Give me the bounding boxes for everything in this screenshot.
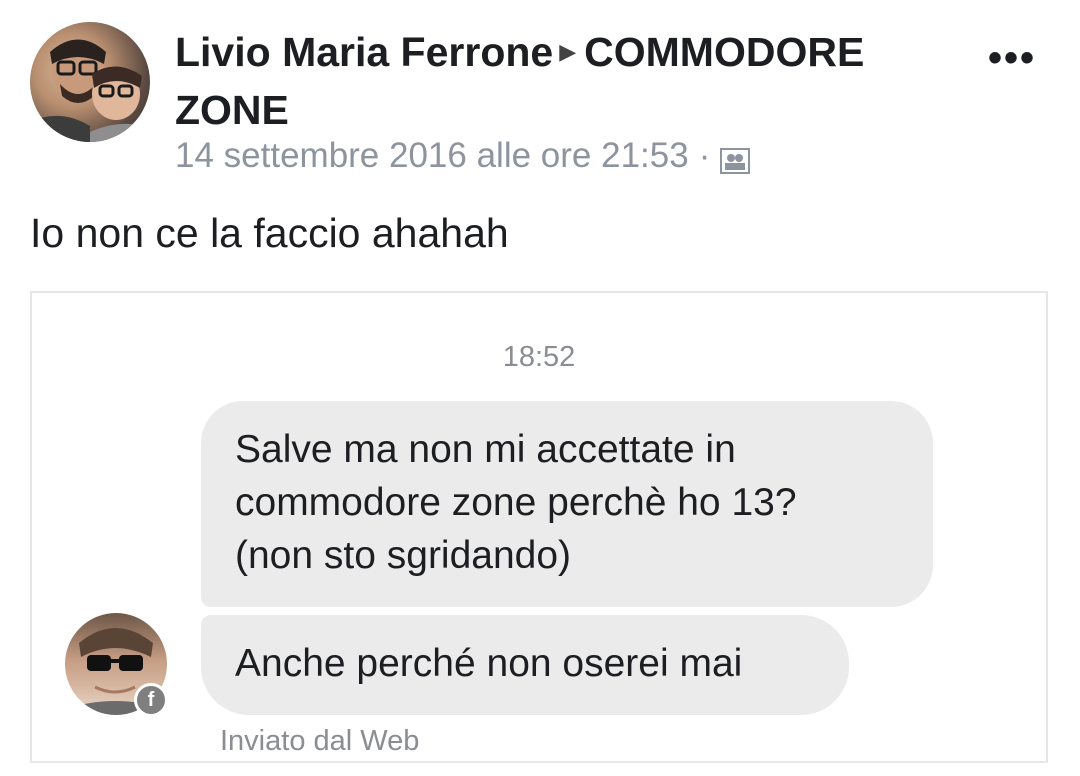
author-avatar[interactable] bbox=[30, 22, 150, 142]
sent-via-label: Inviato dal Web bbox=[220, 725, 420, 757]
post-text: Io non ce la faccio ahahah bbox=[30, 210, 509, 256]
triangle-right-icon: ▶ bbox=[559, 39, 577, 65]
group-audience-icon[interactable] bbox=[720, 143, 751, 174]
message-line: Salve ma non mi accettate in bbox=[235, 428, 736, 471]
post-meta: 14 settembre 2016 alle ore 21:53 · bbox=[175, 136, 751, 176]
more-options-icon[interactable]: ••• bbox=[988, 36, 1036, 81]
author-name[interactable]: Livio Maria Ferrone bbox=[175, 29, 553, 75]
facebook-icon: f bbox=[134, 683, 168, 717]
meta-separator: · bbox=[698, 136, 711, 175]
message-time: 18:52 bbox=[502, 341, 576, 373]
message-line: commodore zone perchè ho 13? bbox=[235, 481, 797, 524]
message-bubble: Salve ma non mi accettate in commodore z… bbox=[201, 401, 933, 607]
attached-screenshot[interactable]: 18:52 Salve ma non mi accettate in commo… bbox=[30, 291, 1048, 763]
message-line: Anche perché non oserei mai bbox=[235, 642, 743, 685]
post-timestamp[interactable]: 14 settembre 2016 alle ore 21:53 bbox=[175, 136, 689, 176]
message-line: (non sto sgridando) bbox=[235, 534, 572, 577]
post-header: Livio Maria Ferrone ▶ COMMODORE ZONE bbox=[175, 26, 945, 136]
message-bubble: Anche perché non oserei mai bbox=[201, 615, 849, 715]
